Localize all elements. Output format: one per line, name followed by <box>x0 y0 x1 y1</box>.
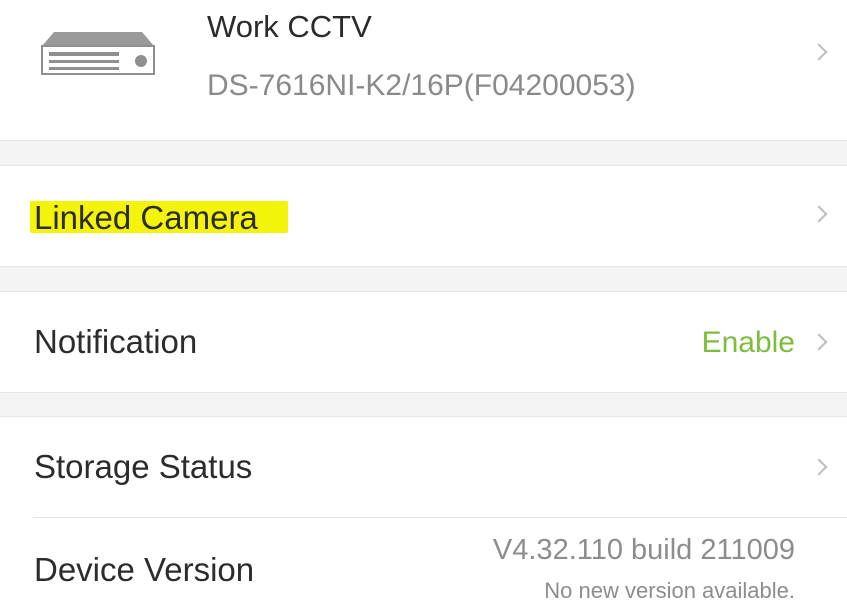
nvr-recorder-icon <box>41 32 155 75</box>
section-divider <box>0 266 847 292</box>
version-status-note: No new version available. <box>544 578 795 603</box>
device-model: DS-7616NI-K2/16P(F04200053) <box>207 69 636 102</box>
device-header-row[interactable]: Work CCTV DS-7616NI-K2/16P(F04200053) <box>0 0 847 140</box>
chevron-right-icon <box>810 458 828 476</box>
device-version-row: Device Version V4.32.110 build 211009 No… <box>0 518 847 608</box>
device-name: Work CCTV <box>207 9 372 44</box>
storage-status-label: Storage Status <box>34 448 253 485</box>
notification-label: Notification <box>34 323 198 360</box>
chevron-right-icon <box>810 333 828 351</box>
device-version-label: Device Version <box>34 551 255 588</box>
storage-status-row[interactable]: Storage Status <box>0 417 847 518</box>
section-divider <box>0 392 847 417</box>
section-divider <box>0 140 847 166</box>
chevron-right-icon <box>810 43 828 61</box>
notification-status: Enable <box>701 326 795 359</box>
linked-camera-row[interactable]: Linked Camera <box>0 166 847 266</box>
chevron-right-icon <box>810 205 828 223</box>
linked-camera-label: Linked Camera <box>34 199 258 236</box>
device-version-value: V4.32.110 build 211009 <box>492 534 795 566</box>
notification-row[interactable]: Notification Enable <box>0 292 847 392</box>
